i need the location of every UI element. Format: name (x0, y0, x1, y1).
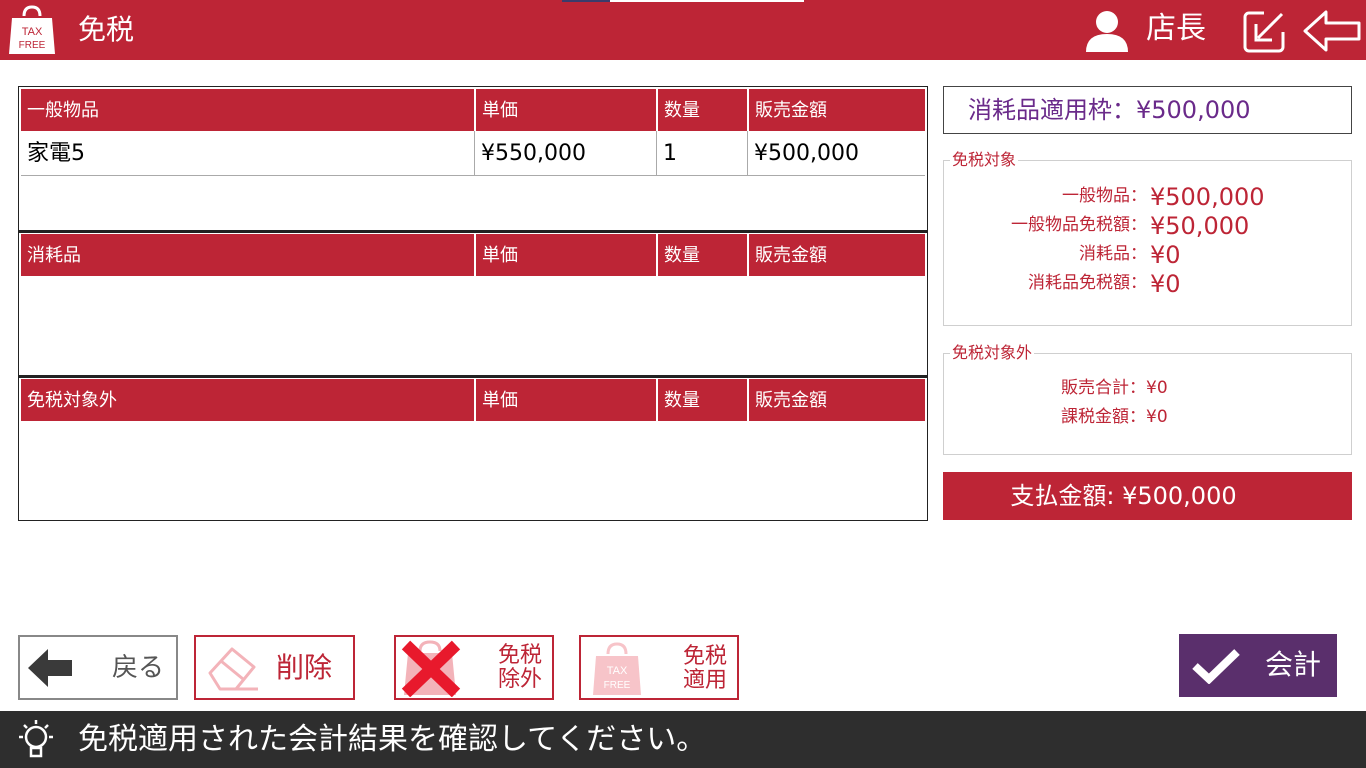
back-button-label: 戻る (112, 653, 165, 683)
header-bar: TAX FREE 免税 店長 (0, 0, 1366, 60)
checkmark-icon (1192, 649, 1240, 684)
footer-message: 免税適用された会計結果を確認してください。 (78, 722, 707, 757)
consumables-header: 消耗品 単価 数量 販売金額 (21, 234, 925, 276)
apply-logo-bottom: FREE (604, 680, 631, 691)
logo-text-bottom: FREE (19, 40, 46, 51)
items-table: 一般物品 単価 数量 販売金額 家電5 ¥550,000 1 ¥500,000 … (18, 86, 928, 521)
tax-free-bag-icon: TAX FREE (593, 642, 641, 695)
delete-button[interactable]: 削除 (194, 635, 355, 700)
user-icon (1086, 11, 1128, 52)
checkout-button[interactable]: 会計 (1179, 634, 1337, 697)
section-divider (19, 230, 927, 233)
eraser-icon (208, 647, 258, 691)
tax-free-bag-icon: TAX FREE (9, 5, 55, 54)
non-tax-free-legend: 免税対象外 (950, 343, 1035, 363)
exclude-line2: 除外 (497, 667, 542, 692)
col-header-unit-price: 単価 (474, 379, 656, 421)
non-tax-free-header: 免税対象外 単価 数量 販売金額 (21, 379, 925, 421)
exit-icon[interactable] (1242, 8, 1288, 54)
item-amount: ¥500,000 (747, 131, 925, 175)
exclude-line1: 免税 (497, 643, 542, 668)
col-header-qty: 数量 (656, 379, 747, 421)
col-header-unit-price: 単価 (474, 89, 656, 131)
tax-free-group: 免税対象 一般物品： ¥500,000 一般物品免税額： ¥50,000 消耗品… (943, 150, 1352, 326)
apply-logo-top: TAX (607, 665, 628, 677)
general-goods-value: ¥500,000 (1150, 183, 1265, 211)
payment-amount-bar: 支払金額: ¥500,000 (943, 472, 1352, 520)
delete-button-label: 削除 (276, 651, 333, 684)
consumable-value: ¥0 (1150, 241, 1181, 269)
item-unit-price: ¥550,000 (474, 131, 656, 175)
apply-line1: 免税 (682, 644, 727, 669)
col-header-unit-price: 単価 (474, 234, 656, 276)
col-header-qty: 数量 (656, 89, 747, 131)
table-row[interactable]: 家電5 ¥550,000 1 ¥500,000 (21, 131, 925, 176)
non-tax-free-group: 免税対象外 販売合計：¥0 課税金額：¥0 (943, 343, 1352, 455)
col-header-qty: 数量 (656, 234, 747, 276)
payment-amount: 支払金額: ¥500,000 (1010, 482, 1237, 510)
tax-free-apply-button[interactable]: TAX FREE 免税 適用 (579, 635, 739, 700)
col-header-name: 一般物品 (27, 100, 99, 121)
section-divider (19, 375, 927, 378)
col-header-amount: 販売金額 (747, 234, 925, 276)
consumable-exempt-label: 消耗品免税額： (1028, 273, 1147, 293)
general-exempt-value: ¥50,000 (1150, 212, 1250, 240)
back-arrow-icon[interactable] (1302, 8, 1362, 54)
item-qty: 1 (656, 131, 747, 175)
consumable-label: 消耗品： (1079, 244, 1147, 264)
checkout-button-label: 会計 (1265, 648, 1322, 681)
tax-free-legend: 免税対象 (950, 150, 1019, 170)
lightbulb-icon (19, 720, 53, 758)
header-accent-line (562, 0, 804, 2)
general-goods-label: 一般物品： (1062, 186, 1147, 206)
col-header-name: 免税対象外 (27, 390, 117, 411)
sales-total: 販売合計：¥0 (1061, 378, 1168, 398)
logo-text-top: TAX (22, 26, 43, 38)
general-exempt-label: 一般物品免税額： (1011, 215, 1147, 235)
col-header-amount: 販売金額 (747, 379, 925, 421)
consumable-limit-box: 消耗品適用枠：¥500,000 (943, 86, 1352, 134)
item-name: 家電5 (27, 141, 85, 166)
col-header-amount: 販売金額 (747, 89, 925, 131)
taxed-amount: 課税金額：¥0 (1061, 407, 1168, 427)
tax-free-exclude-icon (401, 640, 461, 697)
arrow-left-icon (28, 649, 72, 687)
col-header-name: 消耗品 (27, 245, 81, 266)
user-name: 店長 (1146, 11, 1206, 46)
back-button[interactable]: 戻る (18, 635, 178, 700)
page-title: 免税 (78, 13, 135, 46)
apply-line2: 適用 (682, 668, 727, 693)
tax-free-exclude-button[interactable]: 免税 除外 (394, 635, 554, 700)
consumable-limit-label: 消耗品適用枠：¥500,000 (968, 96, 1251, 124)
footer-message-bar: 免税適用された会計結果を確認してください。 (0, 711, 1366, 768)
consumable-exempt-value: ¥0 (1150, 270, 1181, 298)
general-goods-header: 一般物品 単価 数量 販売金額 (21, 89, 925, 131)
